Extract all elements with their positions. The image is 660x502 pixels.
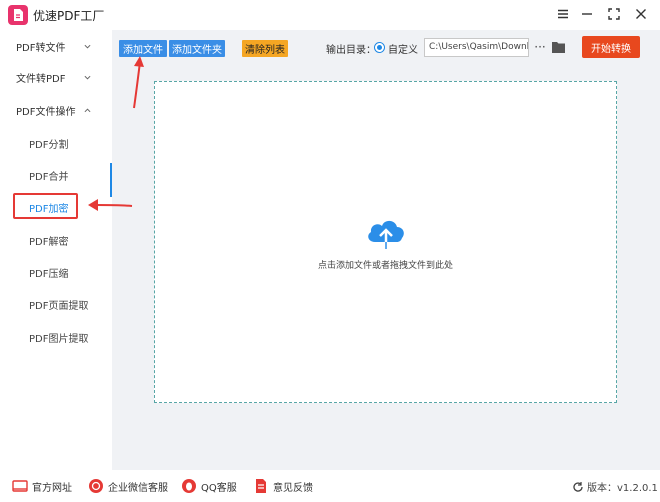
wechat-icon [88, 478, 104, 494]
custom-radio[interactable] [374, 42, 385, 53]
browse-more-button[interactable]: ··· [533, 38, 547, 56]
wechat-support-link[interactable]: 企业微信客服 [88, 478, 168, 494]
official-site-label: 官方网址 [32, 482, 72, 494]
highlight-box [13, 193, 78, 219]
minimize-icon[interactable] [578, 5, 596, 23]
version-label: 版本：v1.2.0.1 [587, 483, 658, 494]
sidebar-item-pdf-compress[interactable]: PDF压缩 [0, 257, 112, 287]
website-icon [12, 478, 28, 494]
qq-support-label: QQ客服 [201, 482, 237, 494]
app-logo-icon [8, 5, 28, 25]
version-info[interactable]: 版本：v1.2.0.1 [572, 479, 658, 494]
qq-icon [181, 478, 197, 494]
official-site-link[interactable]: 官方网址 [12, 478, 72, 494]
output-path-input[interactable]: C:\Users\Qasim\Downlo [424, 38, 529, 57]
qq-support-link[interactable]: QQ客服 [181, 478, 237, 494]
sidebar-item-pdf-split[interactable]: PDF分割 [0, 128, 112, 158]
sidebar-group-label: PDF文件操作 [16, 106, 76, 118]
sidebar-item-label: PDF解密 [29, 236, 69, 248]
maximize-icon[interactable] [605, 5, 623, 23]
sidebar-group-label: 文件转PDF [16, 73, 66, 85]
custom-radio-label: 自定义 [388, 45, 418, 56]
sidebar-group-pdf-operations[interactable]: PDF文件操作 [0, 95, 112, 125]
start-convert-button[interactable]: 开始转换 [582, 36, 640, 58]
title-bar: 优速PDF工厂 [0, 0, 660, 30]
sidebar-item-pdf-encrypt[interactable]: PDF加密 [0, 192, 112, 222]
feedback-icon [253, 478, 269, 494]
refresh-icon [573, 481, 583, 492]
sidebar-item-label: PDF页面提取 [29, 300, 89, 312]
clear-list-button[interactable]: 清除列表 [242, 40, 288, 57]
sidebar-item-pdf-page-extract[interactable]: PDF页面提取 [0, 289, 112, 319]
wechat-support-label: 企业微信客服 [108, 482, 168, 494]
add-file-button[interactable]: 添加文件 [119, 40, 167, 57]
drop-hint-text: 点击添加文件或者拖拽文件到此处 [317, 261, 453, 271]
feedback-label: 意见反馈 [273, 482, 313, 494]
sidebar-item-label: PDF分割 [29, 139, 69, 151]
feedback-link[interactable]: 意见反馈 [253, 478, 313, 494]
close-icon[interactable] [632, 5, 650, 23]
folder-icon[interactable] [551, 40, 566, 54]
menu-icon[interactable] [554, 5, 572, 23]
sidebar-group-file-to-pdf[interactable]: 文件转PDF [0, 62, 112, 92]
add-folder-button[interactable]: 添加文件夹 [169, 40, 225, 57]
chevron-down-icon [84, 44, 91, 49]
sidebar-item-label: PDF图片提取 [29, 333, 89, 345]
output-dir-label: 输出目录： [326, 45, 376, 56]
sidebar-group-pdf-to-file[interactable]: PDF转文件 [0, 31, 112, 61]
sidebar-item-label: PDF合并 [29, 171, 69, 183]
chevron-down-icon [84, 75, 91, 80]
sidebar-item-pdf-decrypt[interactable]: PDF解密 [0, 225, 112, 255]
sidebar-item-pdf-image-extract[interactable]: PDF图片提取 [0, 322, 112, 352]
sidebar-group-label: PDF转文件 [16, 42, 66, 54]
sidebar-item-pdf-merge[interactable]: PDF合并 [0, 160, 112, 190]
sidebar-item-label: PDF压缩 [29, 268, 69, 280]
app-title: 优速PDF工厂 [33, 9, 105, 23]
cloud-upload-icon [368, 220, 404, 249]
chevron-up-icon [84, 108, 91, 113]
